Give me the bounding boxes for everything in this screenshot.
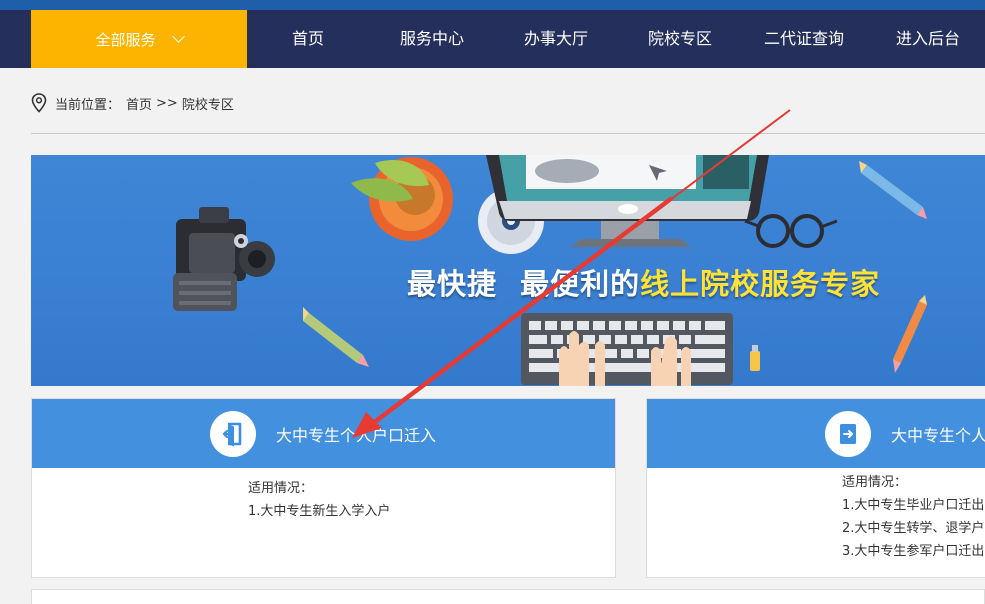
applicable-label: 适用情况： <box>842 475 908 490</box>
glasses-icon <box>744 214 838 248</box>
pencil-icon <box>859 161 927 219</box>
banner-title-part-1: 最快捷 <box>407 267 498 301</box>
nav-item-admin[interactable]: 进入后台 <box>896 10 960 68</box>
pencil-icon-2 <box>303 307 369 367</box>
card-title: 大中专生个人户口迁入 <box>276 425 437 445</box>
location-pin-icon <box>31 93 47 113</box>
banner-title: 最快捷 最便利的线上院校服务专家 <box>407 261 880 303</box>
pencil-icon-3 <box>893 295 927 373</box>
chevron-down-icon <box>171 30 185 43</box>
plant-icon <box>351 157 453 241</box>
banner-title-part-2: 最便利的 <box>520 267 641 301</box>
banner-title-highlight: 线上院校服务专家 <box>640 267 881 301</box>
nav-item-service-center[interactable]: 服务中心 <box>400 10 464 68</box>
all-services-label: 全部服务 <box>95 30 156 49</box>
applicable-label: 适用情况： <box>248 481 314 496</box>
divider <box>31 133 985 134</box>
move-in-icon <box>210 410 256 457</box>
card-header: 大中专生个人户口迁入 <box>32 399 615 468</box>
nav-item-home[interactable]: 首页 <box>292 10 324 68</box>
next-section <box>31 589 985 604</box>
top-strip <box>0 0 985 10</box>
breadcrumb-prefix: 当前位置： <box>55 97 121 113</box>
applicable-item: 1.大中专生新生入学入户 <box>248 504 391 519</box>
card-body: 适用情况： 1.大中专生新生入学入户 <box>32 468 615 523</box>
nav-item-id-card-query[interactable]: 二代证查询 <box>764 10 844 68</box>
service-card-move-in[interactable]: 大中专生个人户口迁入 适用情况： 1.大中专生新生入学入户 <box>31 398 616 578</box>
applicable-item: 2.大中专生转学、退学户口迁出 <box>842 521 985 536</box>
breadcrumb-current: 院校专区 <box>181 97 234 113</box>
breadcrumb: 当前位置： 首页 >> 院校专区 <box>31 92 234 114</box>
card-header: 大中专生个人户口迁出 <box>647 399 985 468</box>
keyboard-icon <box>521 313 733 385</box>
camera-icon <box>173 207 275 311</box>
card-body: 适用情况： 1.大中专生毕业户口迁出 2.大中专生转学、退学户口迁出 3.大中专… <box>647 468 985 563</box>
nav-item-college-zone[interactable]: 院校专区 <box>648 10 712 68</box>
nav-item-service-hall[interactable]: 办事大厅 <box>524 10 588 68</box>
main-nav: 全部服务 首页 服务中心 办事大厅 院校专区 二代证查询 进入后台 <box>0 10 985 68</box>
usb-icon <box>750 345 760 371</box>
applicable-item: 3.大中专生参军户口迁出 <box>842 544 985 559</box>
breadcrumb-separator: >> <box>156 95 178 111</box>
card-title: 大中专生个人户口迁出 <box>891 425 985 445</box>
applicable-item: 1.大中专生毕业户口迁出 <box>842 498 985 513</box>
move-out-icon <box>825 410 871 457</box>
hero-banner: 最快捷 最便利的线上院校服务专家 <box>31 155 985 386</box>
breadcrumb-home-link[interactable]: 首页 <box>126 94 152 113</box>
service-card-move-out[interactable]: 大中专生个人户口迁出 适用情况： 1.大中专生毕业户口迁出 2.大中专生转学、退… <box>646 398 985 578</box>
all-services-button[interactable]: 全部服务 <box>31 10 247 68</box>
